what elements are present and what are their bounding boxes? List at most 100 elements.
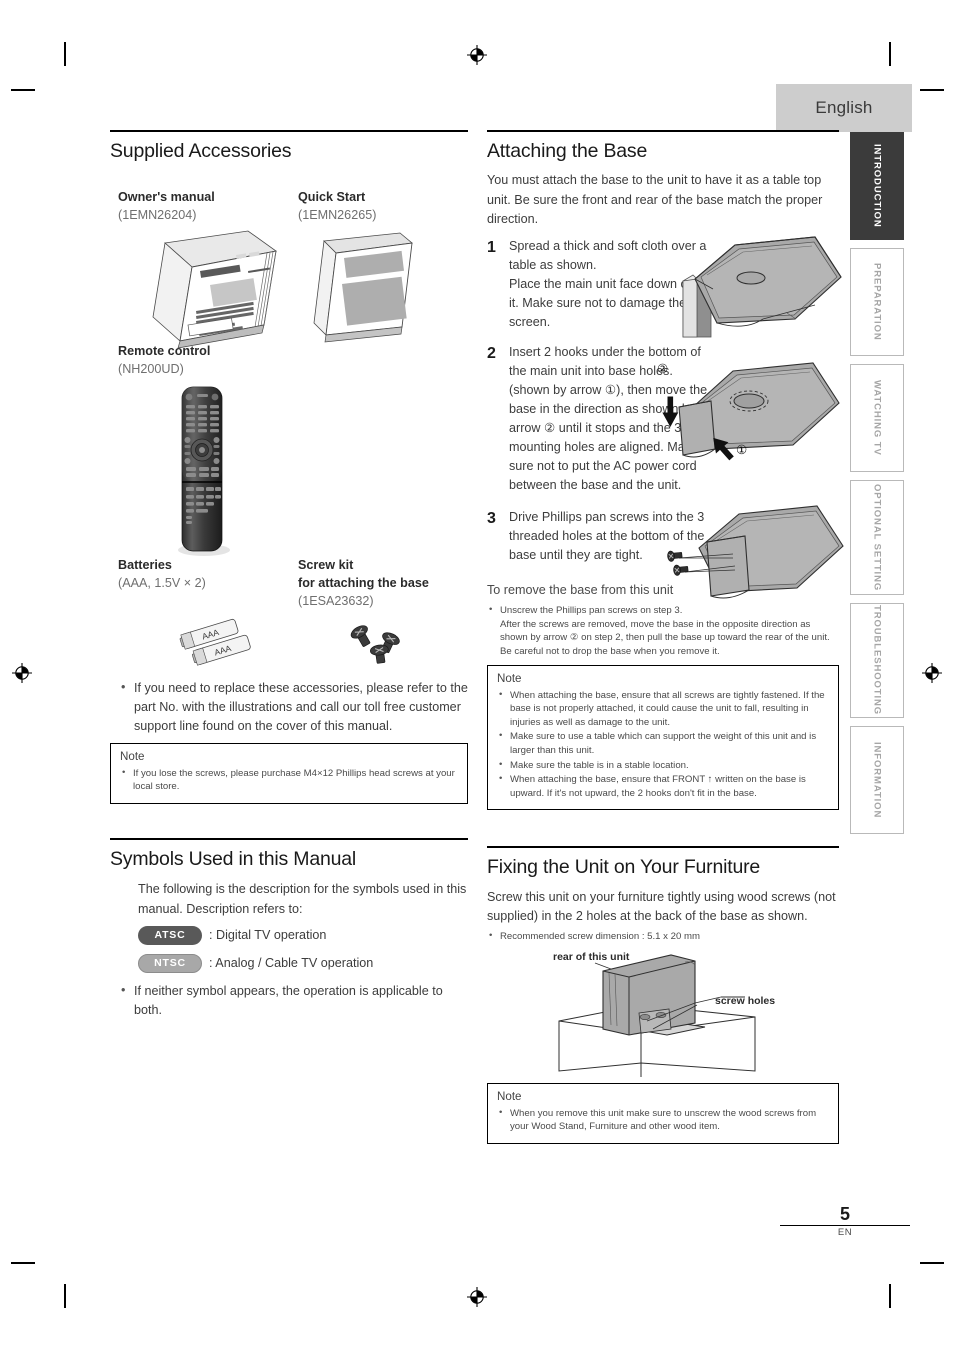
arrow-label-two: ② xyxy=(657,361,669,376)
crop-mark-br-h xyxy=(920,1262,944,1264)
sidebar-item-label: WATCHING TV xyxy=(871,380,883,456)
crop-mark-tl-v xyxy=(64,42,66,66)
list-item: When attaching the base, ensure that all… xyxy=(497,688,829,730)
footer-rule xyxy=(780,1225,910,1226)
crop-mark-tr-h xyxy=(920,89,944,91)
sidebar-item-label: INTRODUCTION xyxy=(871,144,883,228)
section-symbols-used: Symbols Used in this Manual xyxy=(110,838,468,871)
symbol-row-ntsc: NTSC : Analog / Cable TV operation xyxy=(138,953,468,973)
accessory-screw-kit: Screw kit for attaching the base (1ESA23… xyxy=(298,557,468,611)
step-block-3: 3 Drive Phillips pan screws into the 3 t… xyxy=(487,505,844,599)
accessory-name: Batteries xyxy=(118,557,172,572)
owners-manual-illustration xyxy=(152,230,277,349)
note-title: Note xyxy=(497,1089,522,1103)
list-item: Recommended screw dimension : 5.1 x 20 m… xyxy=(487,929,839,944)
note-box-attaching-base: Note When attaching the base, ensure tha… xyxy=(487,664,839,811)
registration-mark-right xyxy=(921,662,943,684)
page-title-attaching-the-base: Attaching the Base xyxy=(487,140,648,162)
section-attaching-the-base: Attaching the Base xyxy=(487,130,839,163)
sidebar-item-label: TROUBLESHOOTING xyxy=(871,605,883,716)
note-bullet-list: When attaching the base, ensure that all… xyxy=(497,688,829,801)
list-item: Unscrew the Phillips pan screws on step … xyxy=(487,603,839,658)
page-number: 5 xyxy=(839,1204,850,1224)
accessory-code: (AAA, 1.5V × 2) xyxy=(118,575,206,590)
battery-screw-illustrations: AAA AAA xyxy=(110,611,468,673)
symbol-row-atsc: ATSC : Digital TV operation xyxy=(138,925,468,945)
accessory-bullet-list: If you need to replace these accessories… xyxy=(118,677,468,736)
page-title-fixing-unit: Fixing the Unit on Your Furniture xyxy=(487,856,761,879)
step-number: 2 xyxy=(487,344,496,362)
status-badge-ntsc: NTSC xyxy=(138,953,202,973)
crop-mark-bl-v xyxy=(64,1284,66,1308)
attaching-base-intro: You must attach the base to the unit to … xyxy=(487,173,823,226)
accessory-quick-start: Quick Start (1EMN26265) xyxy=(298,189,468,225)
note-title: Note xyxy=(120,749,145,763)
sidebar-item-label: PREPARATION xyxy=(871,263,883,341)
remote-control-illustration xyxy=(178,386,230,556)
note-box-accessories: Note If you lose the screws, please purc… xyxy=(110,742,468,805)
accessory-label-row-2: Batteries (AAA, 1.5V × 2) Screw kit for … xyxy=(118,557,468,611)
base-attach-step1-illustration xyxy=(682,236,842,338)
accessory-owners-manual: Owner's manual (1EMN26204) xyxy=(118,189,298,225)
list-item: If you lose the screws, please purchase … xyxy=(120,766,458,794)
note-bullet-list: When you remove this unit make sure to u… xyxy=(497,1106,829,1134)
accessory-name: Screw kit xyxy=(298,557,354,572)
accessory-code: (1EMN26265) xyxy=(298,208,377,223)
accessory-code: (1ESA23632) xyxy=(298,593,374,608)
list-item: When attaching the base, ensure that FRO… xyxy=(497,772,829,800)
quick-start-illustration xyxy=(313,232,413,343)
crop-mark-tl-h xyxy=(11,89,35,91)
step-number: 1 xyxy=(487,238,496,256)
accessory-code: (NH200UD) xyxy=(118,362,184,376)
language-tab-label: English xyxy=(815,98,873,117)
accessory-batteries: Batteries (AAA, 1.5V × 2) xyxy=(118,557,298,611)
tv-on-furniture-illustration xyxy=(558,954,756,1077)
accessory-remote-control: Remote control (NH200UD) xyxy=(118,343,468,379)
sidebar-item-watching-tv[interactable]: WATCHING TV xyxy=(850,364,904,472)
crop-mark-tr-v xyxy=(889,42,891,66)
sidebar-item-optional-setting[interactable]: OPTIONAL SETTING xyxy=(850,480,904,595)
crop-mark-br-v xyxy=(889,1284,891,1308)
step-block-1: 1 Spread a thick and soft cloth over a t… xyxy=(487,236,842,338)
page-title-supplied-accessories: Supplied Accessories xyxy=(110,140,292,162)
registration-mark-left xyxy=(11,662,33,684)
sidebar-item-preparation[interactable]: PREPARATION xyxy=(850,248,904,356)
accessory-name: Quick Start xyxy=(298,190,366,205)
manual-page: English INTRODUCTION PREPARATION WATCHIN… xyxy=(0,0,954,1350)
accessory-code: (1EMN26204) xyxy=(118,208,197,223)
note-box-fixing-unit: Note When you remove this unit make sure… xyxy=(487,1082,839,1144)
fixing-unit-bullet-list: Recommended screw dimension : 5.1 x 20 m… xyxy=(487,929,839,944)
accessory-label-row-1: Owner's manual (1EMN26204) Quick Start (… xyxy=(118,189,468,225)
list-item: If you need to replace these accessories… xyxy=(118,677,468,736)
section-fixing-unit: Fixing the Unit on Your Furniture xyxy=(487,846,839,879)
crop-mark-bl-h xyxy=(11,1262,35,1264)
step-block-2: 2 Insert 2 hooks under the bottom of the… xyxy=(487,343,840,496)
list-item: Make sure the table is in a stable locat… xyxy=(497,758,829,773)
note-title: Note xyxy=(497,671,522,685)
booklet-illustrations xyxy=(110,225,468,349)
accessory-name: Owner's manual xyxy=(118,190,215,205)
step-number: 3 xyxy=(487,509,496,527)
fixing-unit-intro: Screw this unit on your furniture tightl… xyxy=(487,889,836,923)
sidebar-item-troubleshooting[interactable]: TROUBLESHOOTING xyxy=(850,603,904,718)
registration-mark-bottom xyxy=(466,1286,488,1308)
section-index-tabs: INTRODUCTION PREPARATION WATCHING TV OPT… xyxy=(850,132,904,842)
sidebar-item-information[interactable]: INFORMATION xyxy=(850,726,904,834)
left-column: Supplied Accessories Owner's manual (1EM… xyxy=(110,130,468,1021)
list-item: If neither symbol appears, the operation… xyxy=(118,981,468,1020)
note-bullet-list: If you lose the screws, please purchase … xyxy=(120,766,458,794)
language-code: EN xyxy=(837,1227,853,1238)
page-title-symbols-used: Symbols Used in this Manual xyxy=(110,848,357,871)
base-attach-step3-illustration xyxy=(667,505,844,599)
page-footer: 5 EN xyxy=(780,1205,910,1238)
remote-control-illustration-wrap xyxy=(110,379,468,557)
status-badge-atsc: ATSC xyxy=(138,925,202,945)
symbol-description: : Analog / Cable TV operation xyxy=(209,956,374,971)
symbols-bullet-list: If neither symbol appears, the operation… xyxy=(118,981,468,1020)
base-attach-step2-illustration xyxy=(662,361,840,460)
sidebar-item-label: INFORMATION xyxy=(871,741,883,819)
section-supplied-accessories: Supplied Accessories xyxy=(110,130,468,163)
sidebar-item-introduction[interactable]: INTRODUCTION xyxy=(850,132,904,240)
batteries-illustration: AAA AAA xyxy=(179,618,251,666)
symbols-intro-text: The following is the description for the… xyxy=(138,882,467,916)
